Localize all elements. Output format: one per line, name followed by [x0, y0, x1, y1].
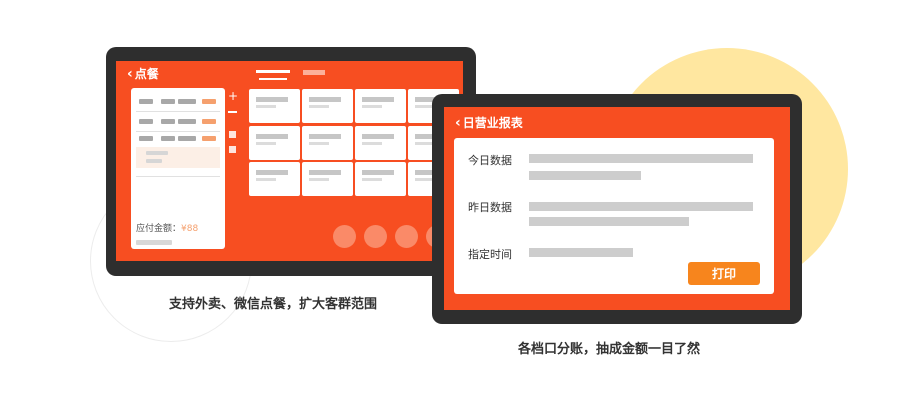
report-card: 今日数据 昨日数据 指定时间 打印	[454, 138, 774, 294]
caption-right: 各档口分账，抽成金额一目了然	[518, 342, 701, 357]
caption-left: 支持外卖、微信点餐，扩大客群范围	[169, 297, 378, 312]
page-dot[interactable]	[364, 225, 387, 248]
total-amount: 应付金额：¥88	[136, 224, 199, 234]
square-icon[interactable]	[229, 131, 236, 138]
dish-card[interactable]	[302, 162, 353, 196]
data-bar	[529, 202, 753, 211]
data-bar	[529, 171, 641, 180]
back-button[interactable]: ‹ 日营业报表	[455, 114, 523, 131]
row-label-yesterday: 昨日数据	[468, 201, 512, 214]
pos-tablet: ‹ 点餐 应付金额：¥88 +	[106, 47, 476, 276]
dish-card[interactable]	[249, 162, 300, 196]
dish-card[interactable]	[355, 89, 406, 123]
order-item[interactable]	[136, 114, 220, 132]
minus-icon[interactable]	[228, 111, 237, 113]
report-tablet: ‹ 日营业报表 今日数据 昨日数据 指定时间 打印	[432, 94, 802, 324]
page-dot[interactable]	[395, 225, 418, 248]
print-button[interactable]: 打印	[688, 262, 760, 285]
dish-card[interactable]	[302, 126, 353, 160]
square-icon[interactable]	[229, 146, 236, 153]
row-label-today: 今日数据	[468, 154, 512, 167]
data-bar	[529, 154, 753, 163]
dish-card[interactable]	[355, 162, 406, 196]
chevron-left-icon: ‹	[127, 65, 133, 82]
total-subline	[136, 240, 172, 245]
order-panel: 应付金额：¥88	[131, 88, 225, 249]
plus-icon[interactable]: +	[228, 90, 238, 102]
dish-card[interactable]	[355, 126, 406, 160]
dish-card[interactable]	[249, 126, 300, 160]
order-item[interactable]	[136, 131, 220, 148]
dish-card[interactable]	[249, 89, 300, 123]
dish-card[interactable]	[302, 89, 353, 123]
order-item-selected[interactable]	[136, 147, 220, 168]
tab-inactive[interactable]	[303, 70, 325, 75]
tab-active[interactable]	[256, 70, 290, 73]
page-dot[interactable]	[333, 225, 356, 248]
divider	[136, 176, 220, 177]
pos-title: 点餐	[134, 67, 159, 81]
quantity-controls: +	[226, 90, 240, 157]
row-label-specified-time: 指定时间	[468, 248, 512, 261]
back-button[interactable]: ‹ 点餐	[127, 65, 159, 82]
report-title: 日营业报表	[462, 116, 523, 130]
tab-active-underline	[259, 78, 287, 80]
pos-screen: ‹ 点餐 应付金额：¥88 +	[116, 61, 463, 261]
chevron-left-icon: ‹	[455, 114, 461, 131]
date-input-bar[interactable]	[529, 248, 633, 257]
report-screen: ‹ 日营业报表 今日数据 昨日数据 指定时间 打印	[444, 107, 790, 310]
data-bar	[529, 217, 689, 226]
order-item[interactable]	[136, 94, 220, 112]
